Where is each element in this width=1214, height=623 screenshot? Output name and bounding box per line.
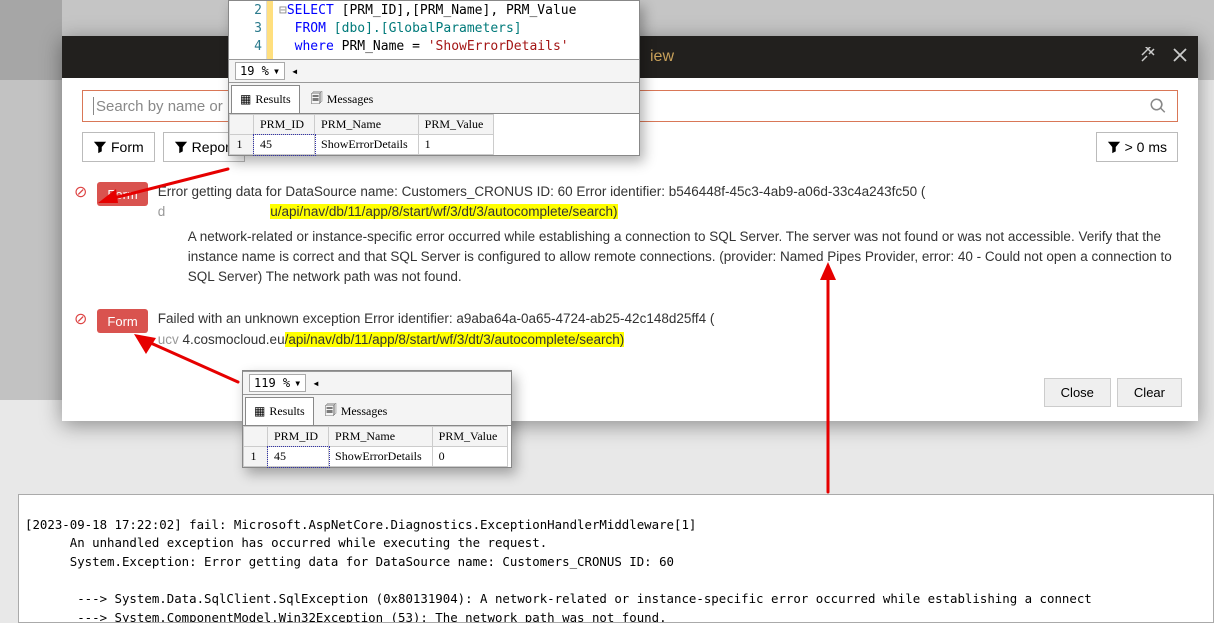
sql-results-popover-top: 234 ⊟SELECT [PRM_ID],[PRM_Name], PRM_Val…: [228, 0, 640, 156]
close-button[interactable]: Close: [1044, 378, 1111, 407]
filter-ms-button[interactable]: > 0 ms: [1096, 132, 1178, 162]
tab-messages[interactable]: 🗐Messages: [302, 85, 383, 113]
tab-results[interactable]: ▦Results: [231, 85, 300, 113]
search-icon: [1149, 97, 1167, 115]
table-row: 145ShowErrorDetails0: [244, 447, 508, 467]
entry-detail: A network-related or instance-specific e…: [158, 223, 1188, 288]
clear-button[interactable]: Clear: [1117, 378, 1182, 407]
entry-badge[interactable]: Form: [97, 182, 147, 206]
log-output: [2023-09-18 17:22:02] fail: Microsoft.As…: [18, 494, 1214, 623]
sql-code: ⊟SELECT [PRM_ID],[PRM_Name], PRM_Value F…: [273, 1, 639, 59]
error-entry: ⊘ Form Failed with an unknown exception …: [72, 301, 1188, 364]
table-row: 145ShowErrorDetails1: [230, 135, 494, 155]
error-entry: ⊘ Form Error getting data for DataSource…: [72, 174, 1188, 301]
filter-icon: [174, 140, 188, 154]
results-grid[interactable]: PRM_IDPRM_NamePRM_Value 145ShowErrorDeta…: [243, 426, 508, 467]
tab-messages[interactable]: 🗐Messages: [316, 397, 397, 425]
close-icon[interactable]: [1172, 47, 1188, 68]
error-icon: ⊘: [74, 182, 87, 287]
entry-message: Error getting data for DataSource name: …: [158, 182, 1188, 223]
grid-icon: ▦: [240, 92, 251, 107]
line-gutter: 234: [229, 1, 267, 59]
results-grid[interactable]: PRM_IDPRM_NamePRM_Value 145ShowErrorDeta…: [229, 114, 494, 155]
zoom-dropdown[interactable]: 19 % ▾: [235, 62, 285, 80]
entry-badge[interactable]: Form: [97, 309, 147, 333]
filter-icon: [93, 140, 107, 154]
filter-form-button[interactable]: Form: [82, 132, 155, 162]
tab-results[interactable]: ▦Results: [245, 397, 314, 425]
grid-icon: ▦: [254, 404, 265, 419]
messages-icon: 🗐: [325, 401, 337, 422]
error-icon: ⊘: [74, 309, 87, 350]
sql-results-popover-bottom: 119 % ▾ ◂ ▦Results 🗐Messages PRM_IDPRM_N…: [242, 370, 512, 468]
zoom-dropdown[interactable]: 119 % ▾: [249, 374, 306, 392]
entry-message: Failed with an unknown exception Error i…: [158, 309, 1188, 350]
expand-icon[interactable]: [1140, 47, 1156, 68]
filter-icon: [1107, 140, 1121, 154]
dialog-title-fragment: iew: [650, 48, 674, 66]
messages-icon: 🗐: [311, 89, 323, 110]
search-placeholder: Search by name or: [96, 98, 223, 115]
